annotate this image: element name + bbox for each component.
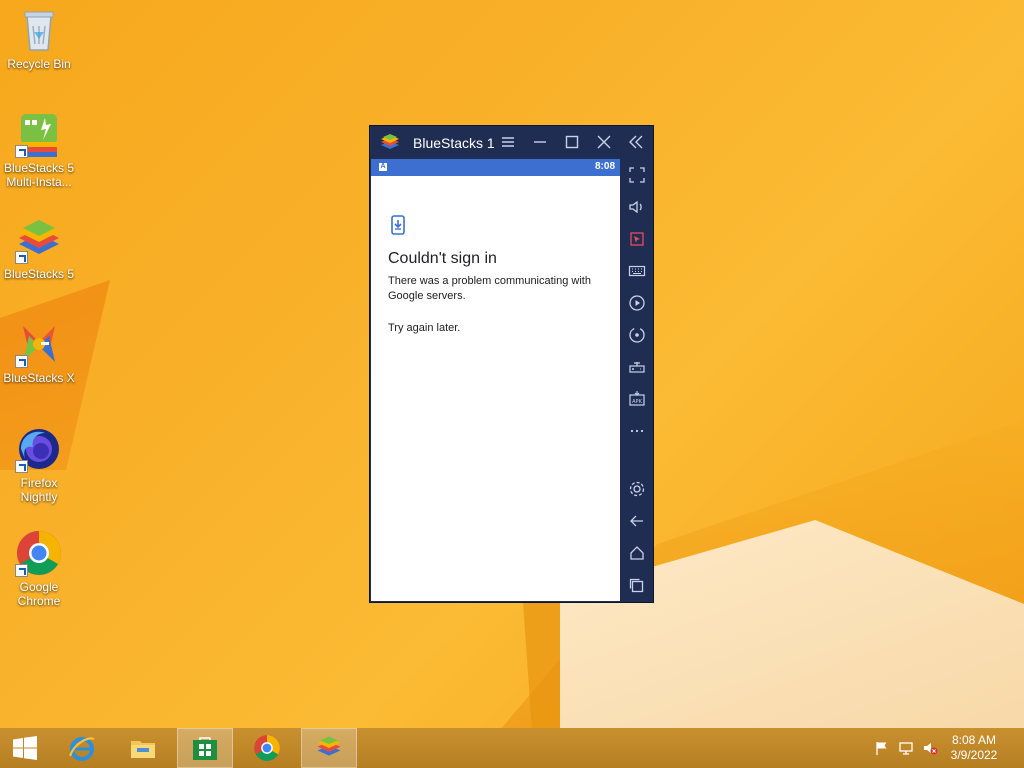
start-button[interactable] [0, 728, 56, 768]
desktop-icon-label: Recycle Bin [7, 57, 71, 71]
taskbar-bluestacks[interactable] [301, 728, 357, 768]
taskbar-internet-explorer[interactable] [54, 728, 110, 768]
status-time: 8:08 [594, 161, 615, 172]
close-icon[interactable] [595, 133, 613, 151]
clock-time: 8:08 AM [951, 733, 997, 747]
window-title: BlueStacks 1 [413, 135, 495, 151]
recents-icon[interactable] [627, 575, 647, 595]
shortcut-arrow-icon [15, 145, 28, 158]
desktop-icon-label: BlueStacks 5 [3, 267, 75, 281]
shortcut-arrow-icon [15, 355, 28, 368]
desktop-icon-label: Google Chrome [17, 580, 61, 608]
clock-date: 3/9/2022 [950, 748, 998, 762]
window-titlebar[interactable]: BlueStacks 1 [370, 126, 653, 159]
minimize-icon[interactable] [531, 133, 549, 151]
error-body: There was a problem communicating with G… [388, 275, 591, 302]
desktop-icon-label: BlueStacks X [3, 371, 75, 385]
bluestacks-x-icon [15, 320, 63, 368]
bluestacks-multi-instance-icon [15, 110, 63, 158]
bluestacks-logo-icon [315, 734, 343, 762]
rotate-icon[interactable] [627, 325, 647, 345]
back-icon[interactable] [627, 511, 647, 531]
recycle-bin-icon [15, 6, 63, 54]
network-icon[interactable] [898, 740, 914, 756]
desktop-icon-label: Firefox Nightly [20, 476, 58, 504]
bluestacks-5-icon [15, 216, 63, 264]
windows-logo-icon [12, 736, 38, 760]
notification-a-icon: A [379, 163, 387, 171]
collapse-sidebar-icon[interactable] [627, 133, 645, 151]
taskbar-google-chrome[interactable] [239, 728, 295, 768]
phone-download-icon [391, 215, 405, 235]
keyboard-icon[interactable] [627, 261, 647, 281]
shortcut-arrow-icon [15, 460, 28, 473]
error-title: Couldn't sign in [388, 250, 497, 267]
android-status-bar: A 8:08 [371, 159, 620, 176]
folder-icon [129, 734, 157, 762]
taskbar-file-explorer[interactable] [115, 728, 171, 768]
desktop-icon-bluestacks-x[interactable]: BlueStacks X [1, 320, 77, 385]
taskbar: 8:08 AM 3/9/2022 [0, 728, 1024, 768]
pointer-icon[interactable] [627, 229, 647, 249]
svg-text:APK: APK [632, 399, 642, 405]
desktop-icon-firefox-nightly[interactable]: Firefox Nightly [1, 425, 77, 504]
desktop-icon-recycle-bin[interactable]: Recycle Bin [1, 6, 77, 71]
error-retry-text: Try again later. [388, 322, 461, 334]
macro-icon[interactable] [627, 293, 647, 313]
firefox-nightly-icon [15, 425, 63, 473]
fullscreen-icon[interactable] [627, 165, 647, 185]
gamepad-icon[interactable] [627, 357, 647, 377]
shortcut-arrow-icon [15, 564, 28, 577]
bluestacks-sidebar: APK [621, 159, 653, 602]
store-icon [191, 734, 219, 762]
shortcut-arrow-icon [15, 251, 28, 264]
volume-icon[interactable] [627, 197, 647, 217]
home-icon[interactable] [627, 543, 647, 563]
desktop-icon-bluestacks-multi[interactable]: BlueStacks 5 Multi-Insta... [1, 110, 77, 189]
google-chrome-icon [15, 529, 63, 577]
google-chrome-icon [253, 734, 281, 762]
action-center-flag-icon[interactable] [874, 740, 890, 756]
more-icon[interactable] [627, 421, 647, 441]
volume-muted-icon[interactable] [922, 740, 938, 756]
bluestacks-window: BlueStacks 1 A 8:08 Couldn't sign in The… [370, 126, 653, 602]
android-screen[interactable]: A 8:08 Couldn't sign in There was a prob… [371, 159, 620, 601]
internet-explorer-icon [68, 734, 96, 762]
desktop-icon-bluestacks-5[interactable]: BlueStacks 5 [1, 216, 77, 281]
taskbar-clock[interactable]: 8:08 AM 3/9/2022 [944, 733, 1004, 763]
taskbar-store[interactable] [177, 728, 233, 768]
hamburger-menu-icon[interactable] [499, 133, 517, 151]
settings-icon[interactable] [627, 479, 647, 499]
apk-icon[interactable]: APK [627, 389, 647, 409]
desktop-icon-label: BlueStacks 5 Multi-Insta... [3, 161, 75, 189]
maximize-icon[interactable] [563, 133, 581, 151]
bluestacks-logo-icon [379, 132, 401, 154]
desktop-icon-google-chrome[interactable]: Google Chrome [1, 529, 77, 608]
